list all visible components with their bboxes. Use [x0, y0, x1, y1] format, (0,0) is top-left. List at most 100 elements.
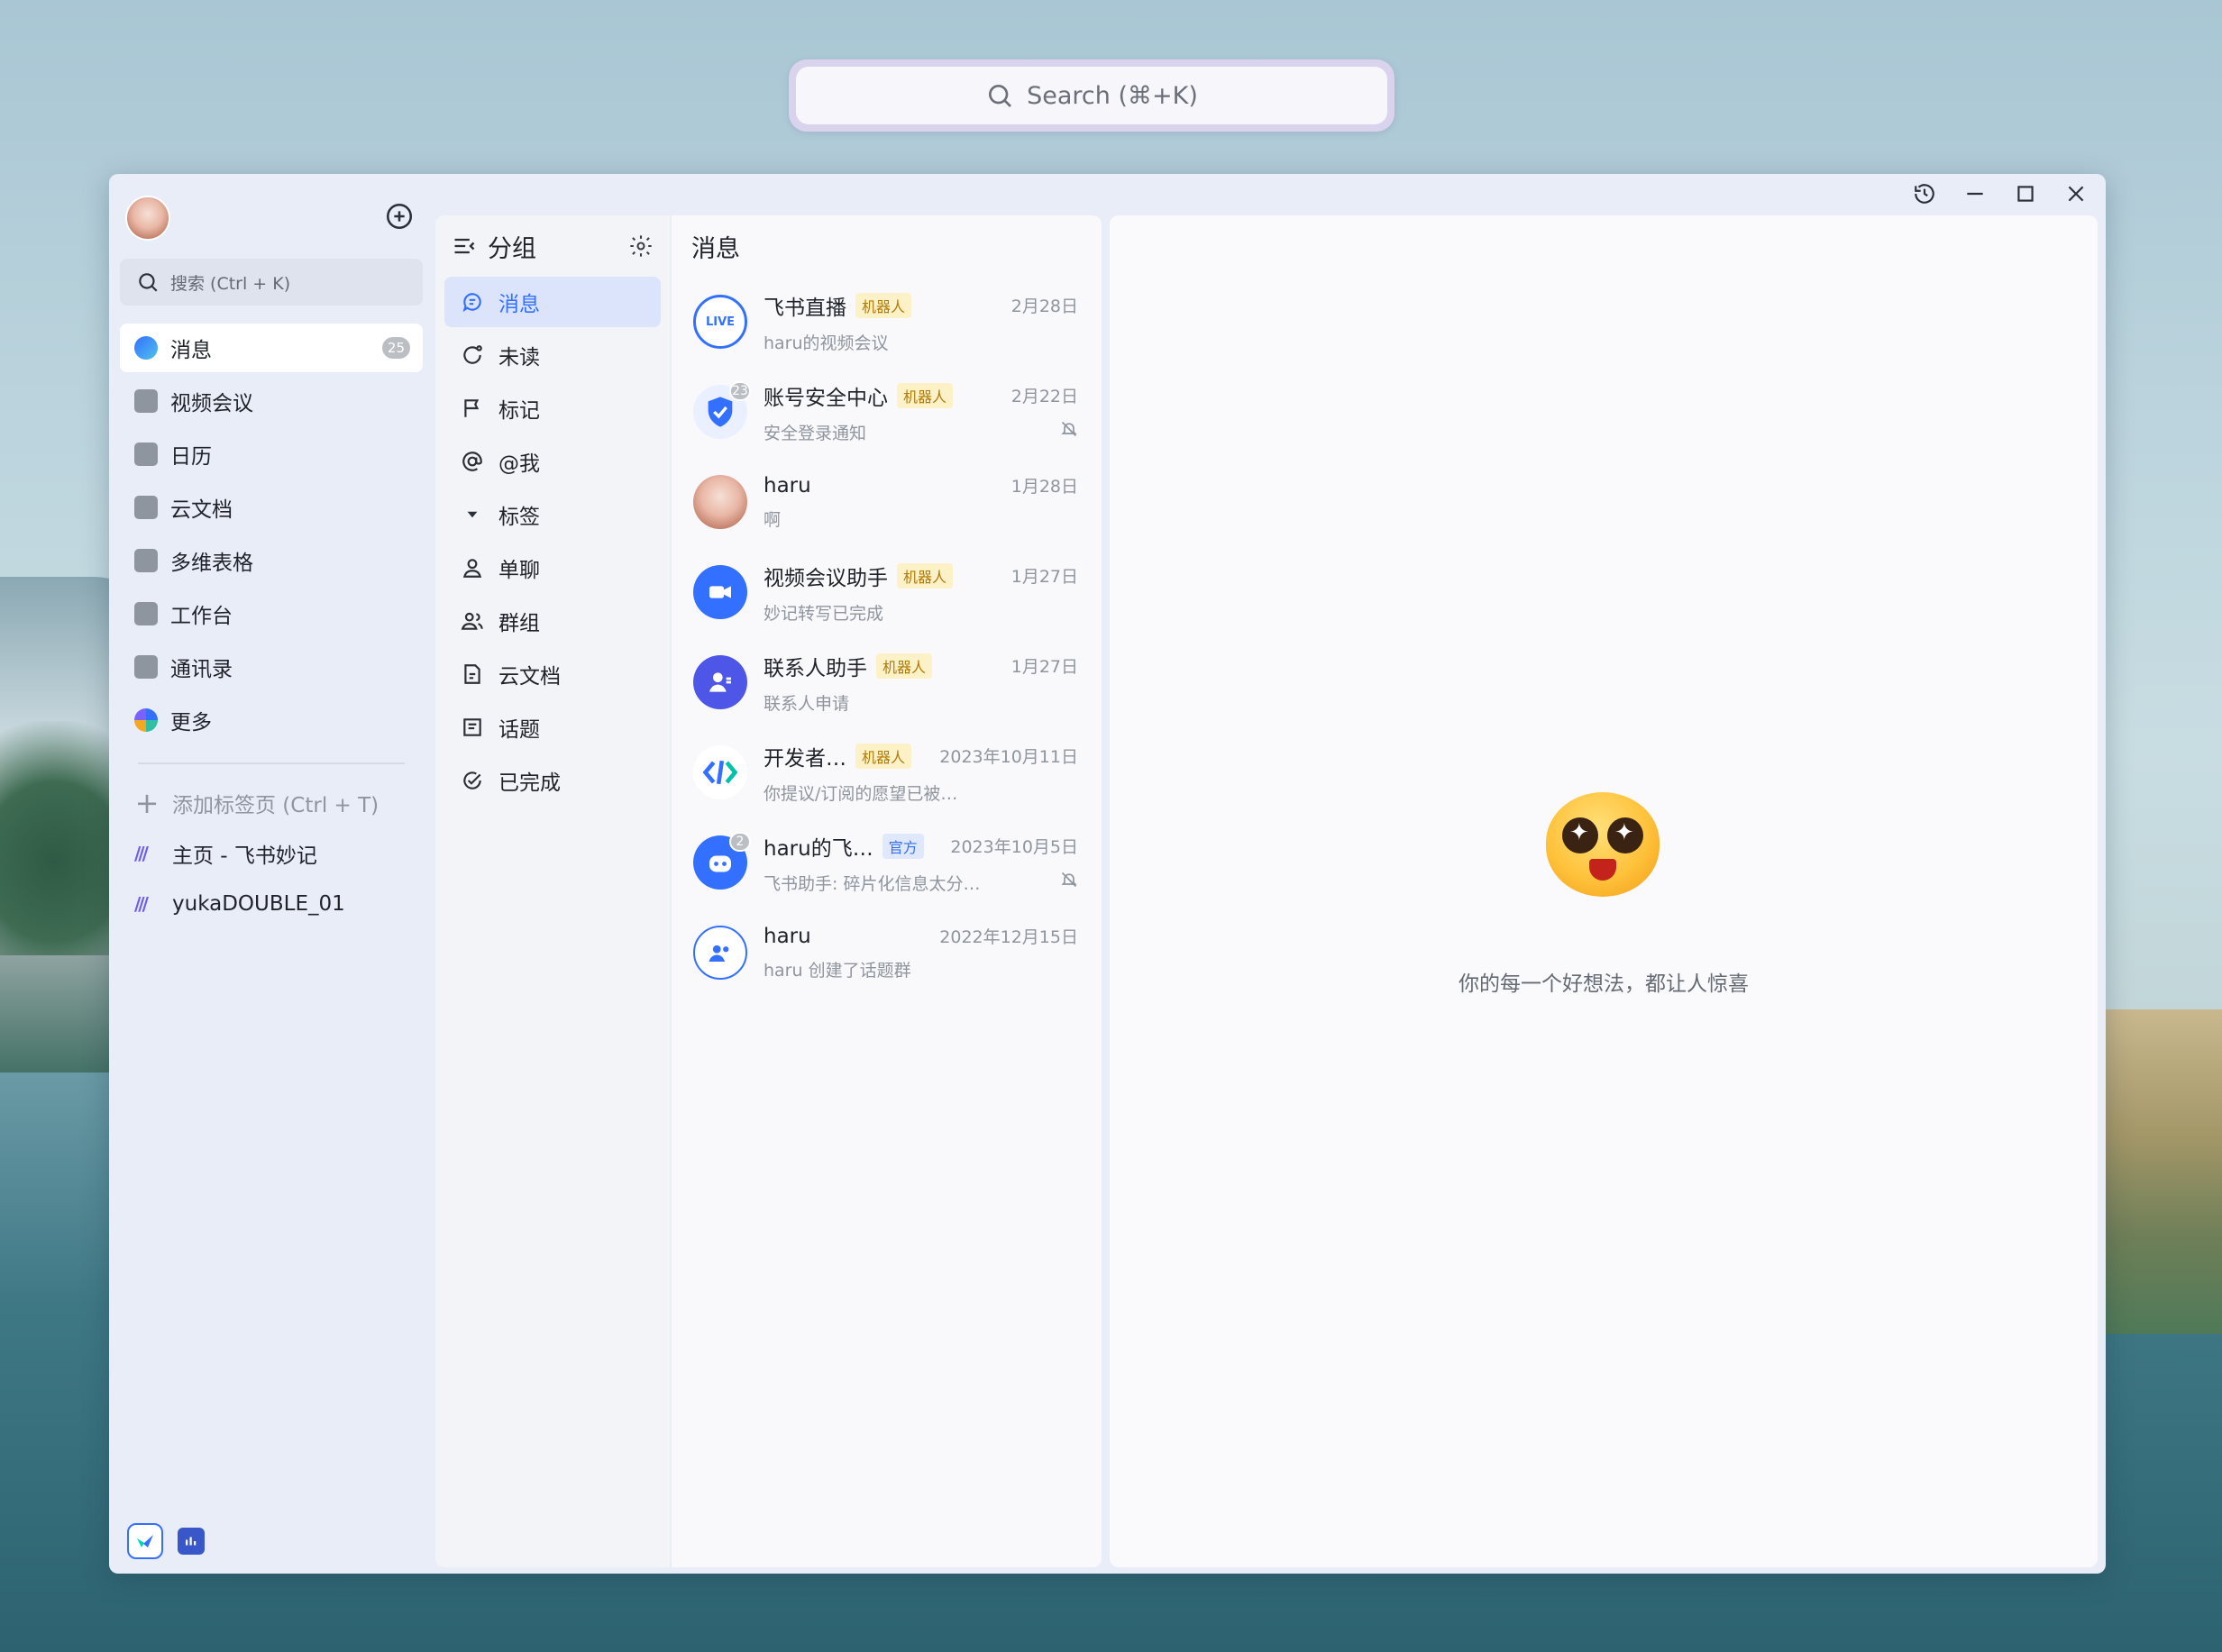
minimize-icon	[1967, 192, 1983, 196]
sidebar-item-bitable[interactable]: 多维表格	[120, 536, 423, 585]
group-item-direct[interactable]: 单聊	[444, 543, 661, 593]
group-item-docs[interactable]: 云文档	[444, 649, 661, 699]
tab-label: 添加标签页 (Ctrl + T)	[172, 794, 379, 817]
group-item-label: 单聊	[498, 559, 540, 582]
stats-app-icon[interactable]	[178, 1528, 205, 1555]
group-item-topics[interactable]: 话题	[444, 702, 661, 753]
global-search-bar[interactable]: Search (⌘+K)	[789, 59, 1394, 132]
add-tab-button[interactable]: + 添加标签页 (Ctrl + T)	[120, 778, 423, 828]
person-icon	[462, 559, 482, 578]
sidebar-item-workplace[interactable]: 工作台	[120, 589, 423, 638]
maximize-icon	[2017, 186, 2034, 202]
unread-badge: 2	[729, 832, 751, 852]
emoji-mouth	[1589, 859, 1616, 881]
sidebar-item-video[interactable]: 视频会议	[120, 377, 423, 425]
chat-row[interactable]: 开发者… 机器人 2023年10月11日 你提议/订阅的愿望已被…	[672, 727, 1102, 817]
tab-minutes-home[interactable]: /// 主页 - 飞书妙记	[120, 828, 423, 879]
more-icon	[134, 708, 158, 732]
chat-name: 视频会议助手	[764, 566, 888, 590]
sidebar-item-messages[interactable]: 消息 25	[120, 324, 423, 372]
bot-tag: 机器人	[855, 292, 912, 318]
group-item-done[interactable]: 已完成	[444, 755, 661, 806]
gear-icon[interactable]	[628, 233, 654, 259]
minimize-button[interactable]	[1958, 177, 1992, 211]
chat-preview: haru 创建了话题群	[764, 961, 911, 981]
history-button[interactable]	[1907, 177, 1942, 211]
close-icon	[2068, 186, 2084, 202]
chat-row[interactable]: 23 账号安全中心 机器人 2月22日 安全登录通知	[672, 367, 1102, 457]
chat-date: 2月28日	[1010, 297, 1078, 316]
unread-icon	[463, 345, 482, 364]
flag-icon	[464, 399, 480, 417]
sidebar-item-calendar[interactable]: 日历	[120, 430, 423, 479]
group-item-labels[interactable]: 标签	[444, 489, 661, 540]
sidebar-item-more[interactable]: 更多	[120, 696, 423, 744]
group-item-label: @我	[498, 452, 540, 476]
sidebar-item-label: 多维表格	[170, 552, 253, 575]
chat-row[interactable]: 视频会议助手 机器人 1月27日 妙记转写已完成	[672, 547, 1102, 637]
chat-date: 2023年10月5日	[950, 837, 1078, 857]
global-search-placeholder: Search (⌘+K)	[1027, 81, 1198, 110]
chat-name: haru的飞…	[764, 836, 873, 861]
developer-bot-avatar	[693, 745, 747, 799]
feishu-logo-icon[interactable]	[127, 1523, 163, 1559]
chat-row[interactable]: 联系人助手 机器人 1月27日 联系人申请	[672, 637, 1102, 727]
sidebar-item-label: 日历	[170, 445, 212, 469]
contact-assistant-avatar	[693, 655, 747, 709]
create-plus-icon[interactable]	[384, 201, 415, 232]
chat-bubble-icon	[462, 293, 481, 313]
chat-row[interactable]: haru 2022年12月15日 haru 创建了话题群	[672, 908, 1102, 998]
live-bot-avatar: LIVE	[693, 295, 747, 349]
chat-preview: 啊	[764, 510, 782, 530]
close-button[interactable]	[2059, 177, 2093, 211]
unread-badge: 25	[381, 337, 410, 359]
group-item-label: 标记	[498, 399, 540, 423]
bot-tag: 机器人	[897, 382, 954, 408]
user-avatar[interactable]	[125, 196, 170, 241]
chat-preview: 妙记转写已完成	[764, 603, 884, 624]
chat-row[interactable]: 2 haru的飞… 官方 2023年10月5日 飞书助手: 碎片化信息太分…	[672, 817, 1102, 908]
group-item-flagged[interactable]: 标记	[444, 383, 661, 434]
group-item-unread[interactable]: 未读	[444, 330, 661, 380]
message-list-title: 消息	[691, 234, 740, 263]
sidebar-item-contacts[interactable]: 通讯录	[120, 643, 423, 691]
chat-row[interactable]: haru 1月28日 啊	[672, 457, 1102, 547]
minutes-icon: ///	[134, 843, 149, 864]
document-icon	[464, 664, 480, 684]
bot-tag: 机器人	[855, 743, 912, 769]
sidebar-bottom-apps	[127, 1523, 205, 1559]
tab-label: yukaDOUBLE_01	[172, 892, 345, 916]
sidebar-nav: 消息 25 视频会议 日历 云文档 多维表格 工作台 通讯录 更多	[120, 324, 423, 749]
sidebar-item-label: 消息	[170, 339, 212, 362]
group-item-mentions[interactable]: @我	[444, 436, 661, 487]
chat-name: 账号安全中心	[764, 386, 888, 410]
maximize-button[interactable]	[2008, 177, 2043, 211]
group-item-label: 未读	[498, 346, 540, 370]
group-item-label: 云文档	[498, 665, 561, 689]
security-shield-avatar: 23	[693, 381, 751, 439]
unread-badge: 23	[729, 381, 751, 401]
chat-preview: 你提议/订阅的愿望已被…	[764, 783, 958, 804]
group-panel: 分组 消息 未读 标记 @我 标签 单聊 群组 云文档 话题 已完成	[435, 215, 670, 1567]
bitable-icon	[134, 549, 158, 572]
sidebar-search-input[interactable]: 搜索 (Ctrl + K)	[120, 259, 423, 306]
search-icon	[989, 85, 1012, 107]
mute-bell-icon	[1061, 872, 1077, 887]
sidebar-search-placeholder: 搜索 (Ctrl + K)	[170, 273, 291, 294]
sidebar-item-label: 通讯录	[170, 658, 233, 681]
tab-yuka[interactable]: /// yukaDOUBLE_01	[120, 879, 423, 929]
collapse-menu-icon[interactable]	[452, 233, 477, 259]
pinned-tabs: + 添加标签页 (Ctrl + T) /// 主页 - 飞书妙记 /// yuk…	[120, 778, 423, 929]
group-item-label: 群组	[498, 612, 540, 635]
chat-name: haru	[764, 473, 811, 497]
chat-date: 2月22日	[1010, 387, 1078, 406]
chat-row[interactable]: LIVE 飞书直播 机器人 2月28日 haru的视频会议	[672, 277, 1102, 367]
history-icon	[1915, 184, 1934, 204]
robot-assistant-avatar: 2	[693, 832, 751, 890]
sidebar-item-docs[interactable]: 云文档	[120, 483, 423, 532]
group-item-groups[interactable]: 群组	[444, 596, 661, 646]
group-item-messages[interactable]: 消息	[444, 277, 661, 327]
caret-down-icon	[467, 511, 478, 518]
empty-state-text: 你的每一个好想法，都让人惊喜	[1458, 972, 1749, 996]
group-header: 分组	[435, 215, 670, 277]
